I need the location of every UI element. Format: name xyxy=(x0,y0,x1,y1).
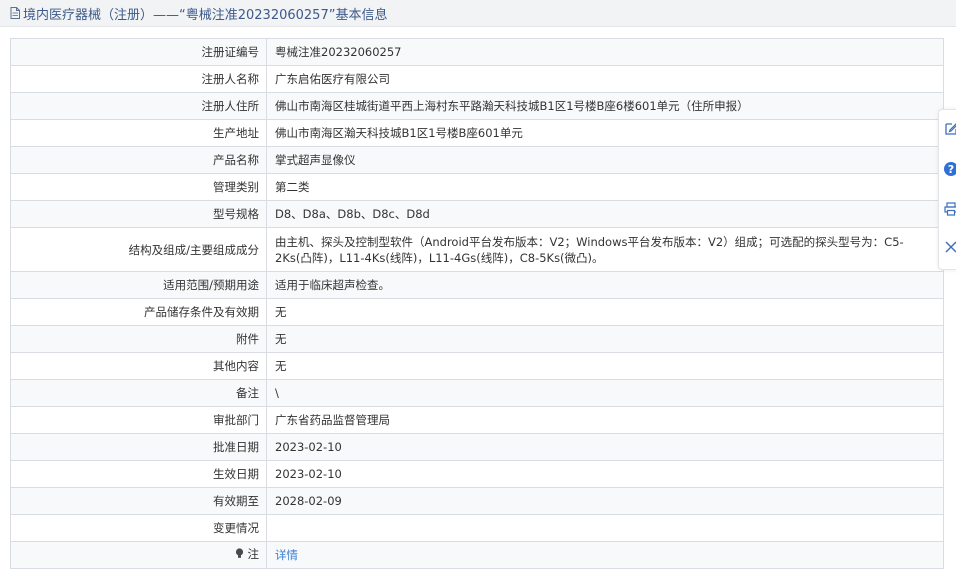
field-value: 广东启佑医疗有限公司 xyxy=(266,65,944,93)
table-row: 附件无 xyxy=(10,325,944,353)
field-value xyxy=(266,514,944,542)
field-value: 无 xyxy=(266,298,944,326)
close-button[interactable] xyxy=(943,238,956,256)
field-label: 产品储存条件及有效期 xyxy=(10,298,267,326)
field-label: 结构及组成/主要组成成分 xyxy=(10,227,267,272)
details-link[interactable]: 详情 xyxy=(275,548,298,562)
note-label: 注 xyxy=(10,541,267,569)
table-row: 产品名称 掌式超声显像仪 xyxy=(10,146,944,174)
field-label: 生效日期 xyxy=(10,460,267,488)
table-row: 生效日期 2023-02-10 xyxy=(10,460,944,488)
table-row: 生产地址 佛山市南海区瀚天科技城B1区1号楼B座601单元 xyxy=(10,119,944,147)
svg-text:?: ? xyxy=(948,163,954,176)
field-value: 无 xyxy=(266,325,944,353)
close-icon xyxy=(945,241,956,253)
field-value: 佛山市南海区瀚天科技城B1区1号楼B座601单元 xyxy=(266,119,944,147)
edit-icon xyxy=(945,123,956,135)
field-value: 掌式超声显像仪 xyxy=(266,146,944,174)
field-label: 产品名称 xyxy=(10,146,267,174)
field-label: 生产地址 xyxy=(10,119,267,147)
field-label: 注册人住所 xyxy=(10,92,267,120)
field-value: 佛山市南海区桂城街道平西上海村东平路瀚天科技城B1区1号楼B座6楼601单元（住… xyxy=(266,92,944,120)
field-value: 2028-02-09 xyxy=(266,487,944,515)
help-icon: ? xyxy=(944,162,956,176)
table-row: 有效期至 2028-02-09 xyxy=(10,487,944,515)
field-value: 第二类 xyxy=(266,173,944,201)
field-label: 有效期至 xyxy=(10,487,267,515)
table-row: 其他内容无 xyxy=(10,352,944,380)
field-label: 审批部门 xyxy=(10,406,267,434)
table-row: 备注 \ xyxy=(10,379,944,407)
document-icon xyxy=(10,7,20,19)
table-row: 注册人住所 佛山市南海区桂城街道平西上海村东平路瀚天科技城B1区1号楼B座6楼60… xyxy=(10,92,944,120)
table-row: 注册人名称 广东启佑医疗有限公司 xyxy=(10,65,944,93)
field-value: 适用于临床超声检查。 xyxy=(266,271,944,299)
field-label: 变更情况 xyxy=(10,514,267,542)
info-table: 注册证编号 粤械注准20232060257 注册人名称 广东启佑医疗有限公司 注册人… xyxy=(10,38,944,569)
help-button[interactable]: ? xyxy=(943,160,956,178)
print-icon xyxy=(944,202,956,216)
field-value: 由主机、探头及控制型软件（Android平台发布版本：V2；Windows平台发… xyxy=(266,227,944,272)
table-row: 注册证编号 粤械注准20232060257 xyxy=(10,38,944,66)
field-value: D8、D8a、D8b、D8c、D8d xyxy=(266,200,944,228)
table-row: 批准日期 2023-02-10 xyxy=(10,433,944,461)
field-label: 附件 xyxy=(10,325,267,353)
page-title: 境内医疗器械（注册）——“粤械注准20232060257”基本信息 xyxy=(23,7,388,23)
table-row-note: 注 详情 xyxy=(10,541,944,569)
table-row: 产品储存条件及有效期无 xyxy=(10,298,944,326)
page-header: 境内医疗器械（注册）——“粤械注准20232060257”基本信息 xyxy=(0,0,956,27)
table-row: 管理类别 第二类 xyxy=(10,173,944,201)
field-value: 无 xyxy=(266,352,944,380)
field-label: 批准日期 xyxy=(10,433,267,461)
lightbulb-icon xyxy=(235,548,247,561)
table-row: 审批部门 广东省药品监督管理局 xyxy=(10,406,944,434)
table-row: 型号规格 D8、D8a、D8b、D8c、D8d xyxy=(10,200,944,228)
table-row: 适用范围/预期用途 适用于临床超声检查。 xyxy=(10,271,944,299)
field-value: 2023-02-10 xyxy=(266,460,944,488)
table-row: 变更情况 xyxy=(10,514,944,542)
field-label: 其他内容 xyxy=(10,352,267,380)
field-value: 2023-02-10 xyxy=(266,433,944,461)
field-label: 型号规格 xyxy=(10,200,267,228)
print-button[interactable] xyxy=(943,200,956,218)
floating-toolbar: ? xyxy=(938,109,956,270)
note-value: 详情 xyxy=(266,541,944,569)
field-label: 注册人名称 xyxy=(10,65,267,93)
field-value: \ xyxy=(266,379,944,407)
note-label-text: 注 xyxy=(247,547,260,561)
field-value: 广东省药品监督管理局 xyxy=(266,406,944,434)
field-label: 注册证编号 xyxy=(10,38,267,66)
edit-button[interactable] xyxy=(943,120,956,138)
field-label: 管理类别 xyxy=(10,173,267,201)
field-value: 粤械注准20232060257 xyxy=(266,38,944,66)
table-row: 结构及组成/主要组成成分 由主机、探头及控制型软件（Android平台发布版本：V… xyxy=(10,227,944,272)
field-label: 适用范围/预期用途 xyxy=(10,271,267,299)
field-label: 备注 xyxy=(10,379,267,407)
